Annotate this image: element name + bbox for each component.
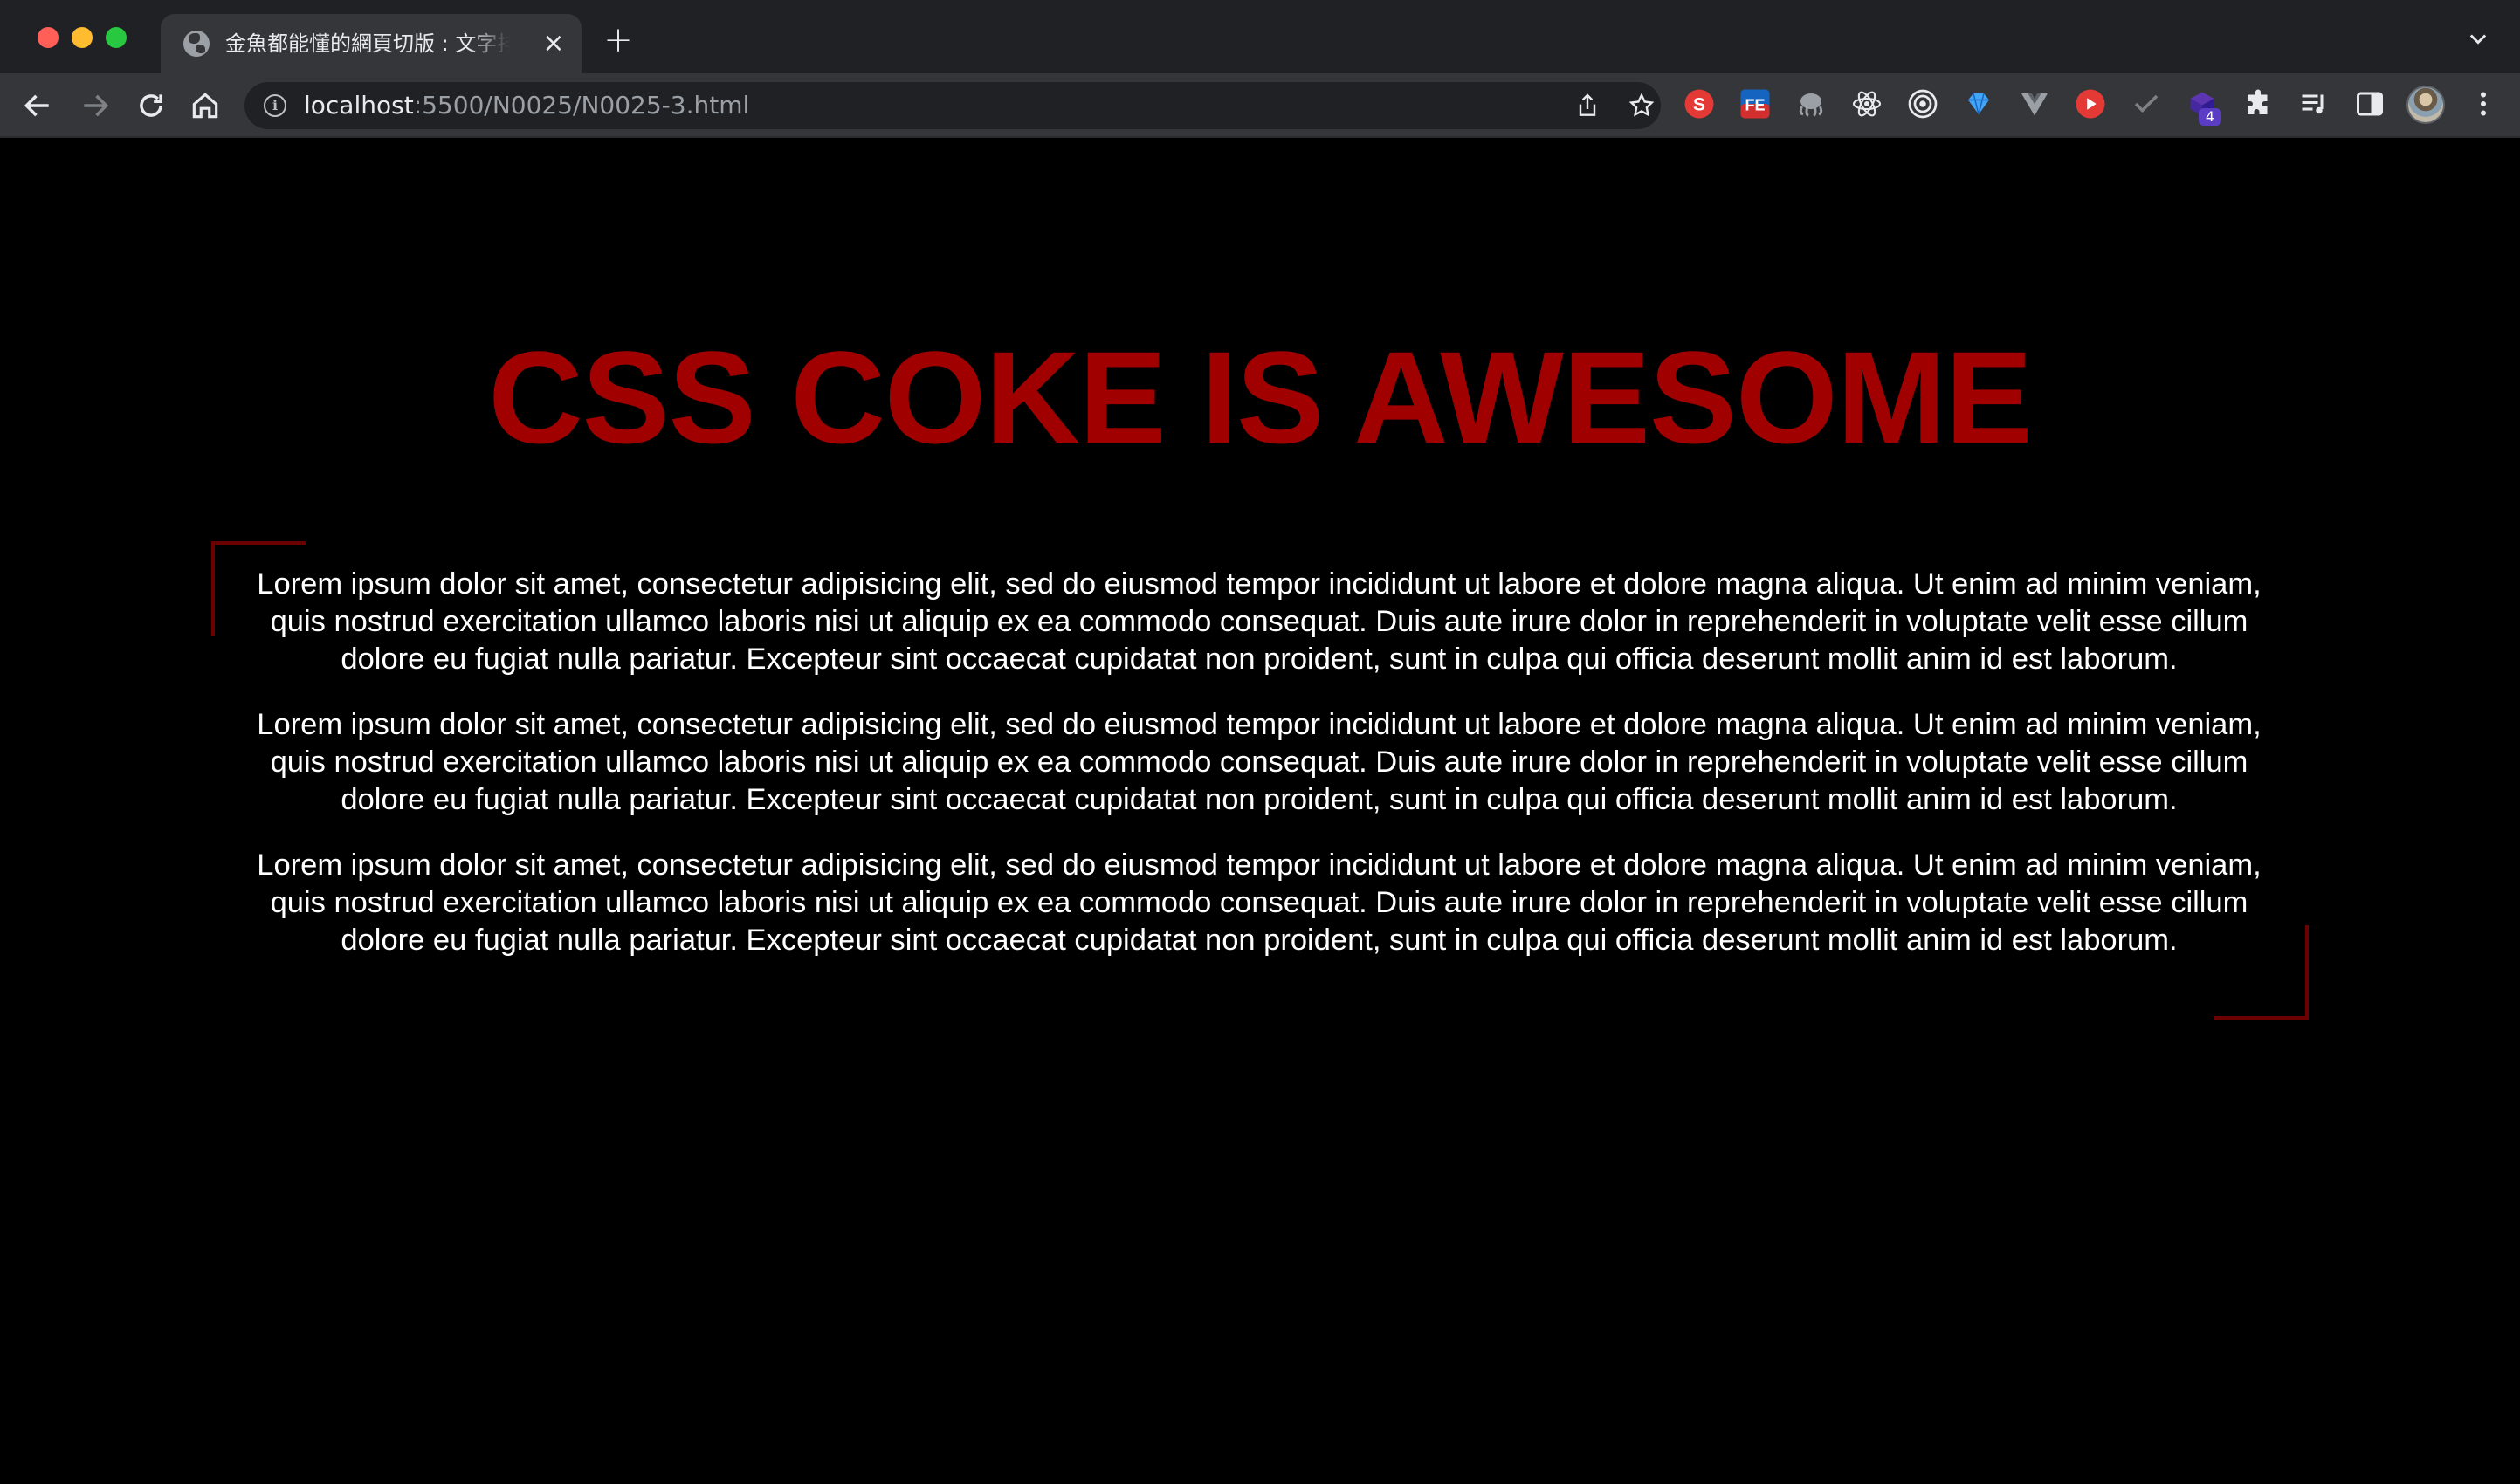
reload-button[interactable] — [134, 89, 168, 122]
corner-frame-bottom-right — [2214, 925, 2309, 1020]
paragraph: Lorem ipsum dolor sit amet, consectetur … — [257, 567, 2262, 676]
extension-badge: 4 — [2199, 108, 2221, 126]
browser-tab-active[interactable]: 金魚都能懂的網頁切版 : 文字排版 × — [161, 14, 582, 73]
forward-button[interactable] — [79, 89, 112, 122]
home-button[interactable] — [189, 89, 222, 122]
profile-avatar[interactable] — [2406, 86, 2445, 124]
check-icon[interactable] — [2131, 88, 2162, 120]
tab-strip: 金魚都能懂的網頁切版 : 文字排版 × + — [0, 0, 2520, 73]
react-devtools-icon[interactable] — [1851, 88, 1883, 120]
vue-devtools-icon[interactable] — [2019, 88, 2050, 120]
tab-close-icon[interactable]: × — [540, 30, 568, 58]
address-bar[interactable]: i localhost:5500/N0025/N0025-3.html — [244, 82, 1661, 129]
bookmark-star-icon[interactable] — [1628, 92, 1656, 120]
svg-text:S: S — [1693, 95, 1705, 115]
browser-menu-icon[interactable] — [2468, 88, 2499, 120]
share-icon[interactable] — [1573, 92, 1601, 120]
paragraph: Lorem ipsum dolor sit amet, consectetur … — [257, 848, 2262, 957]
paragraph: Lorem ipsum dolor sit amet, consectetur … — [257, 708, 2262, 816]
fe-icon[interactable]: FE — [1739, 88, 1771, 120]
window-minimize-button[interactable] — [72, 27, 93, 48]
url-path: :5500/N0025/N0025-3.html — [413, 91, 750, 120]
target-icon[interactable] — [1907, 88, 1938, 120]
web-page-viewport: CSS COKE IS AWESOME Lorem ipsum dolor si… — [0, 140, 2520, 1484]
youtube-icon[interactable] — [2075, 88, 2106, 120]
new-tab-button[interactable]: + — [601, 23, 636, 58]
sumo-icon[interactable]: S — [1683, 88, 1715, 120]
octopus-icon[interactable] — [1795, 88, 1827, 120]
svg-text:FE: FE — [1745, 97, 1765, 114]
url-host: localhost — [304, 91, 414, 120]
media-icon[interactable] — [2298, 88, 2330, 120]
url-text[interactable]: localhost:5500/N0025/N0025-3.html — [304, 82, 749, 129]
gem-icon[interactable] — [1963, 88, 1994, 120]
tab-search-icon[interactable] — [2466, 26, 2490, 51]
site-info-icon[interactable]: i — [264, 94, 286, 117]
tab-title: 金魚都能懂的網頁切版 : 文字排版 — [225, 31, 510, 56]
window-close-button[interactable] — [38, 27, 59, 48]
article-body: Lorem ipsum dolor sit amet, consectetur … — [255, 566, 2263, 987]
globe-icon — [183, 31, 210, 57]
puzzle-icon[interactable] — [2242, 88, 2274, 120]
window-zoom-button[interactable] — [106, 27, 127, 48]
page-headline: CSS COKE IS AWESOME — [488, 324, 2032, 471]
sidepanel-icon[interactable] — [2354, 88, 2386, 120]
back-button[interactable] — [21, 89, 54, 122]
